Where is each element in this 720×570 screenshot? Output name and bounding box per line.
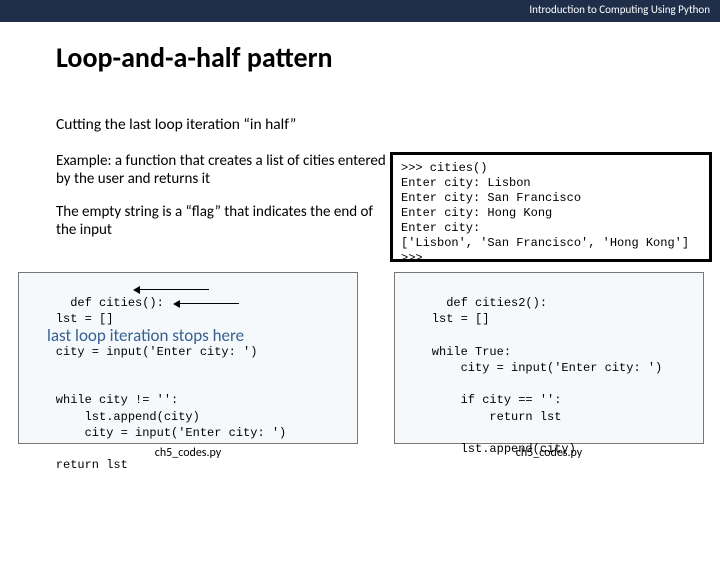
code-box-right: def cities2(): lst = [] while True: city… bbox=[394, 272, 704, 444]
desc-paragraph-2: The empty string is a “flag” that indica… bbox=[56, 203, 386, 240]
slide-subtitle: Cutting the last loop iteration “in half… bbox=[56, 115, 720, 134]
header-bar: Introduction to Computing Using Python bbox=[0, 0, 720, 22]
code-right-wrapper: def cities2(): lst = [] while True: city… bbox=[358, 272, 704, 460]
desc-paragraph-1: Example: a function that creates a list … bbox=[56, 152, 386, 189]
code-box-left: def cities(): lst = [] city = input('Ent… bbox=[18, 272, 358, 444]
arrow-2-head bbox=[173, 300, 180, 308]
code-right-text: def cities2(): lst = [] while True: city… bbox=[403, 296, 662, 456]
slide-title: Loop-and-a-half pattern bbox=[56, 40, 720, 75]
header-text: Introduction to Computing Using Python bbox=[529, 3, 710, 16]
arrow-1-head bbox=[133, 286, 140, 294]
overlay-note: last loop iteration stops here bbox=[47, 325, 244, 348]
console-output: >>> cities() Enter city: Lisbon Enter ci… bbox=[390, 152, 712, 262]
description-left: Example: a function that creates a list … bbox=[56, 152, 386, 262]
code-row: def cities(): lst = [] city = input('Ent… bbox=[0, 272, 720, 460]
description-row: Example: a function that creates a list … bbox=[0, 152, 720, 262]
arrow-1-line bbox=[139, 289, 209, 290]
code-left-wrapper: def cities(): lst = [] city = input('Ent… bbox=[0, 272, 358, 460]
arrow-2-line bbox=[179, 303, 239, 304]
